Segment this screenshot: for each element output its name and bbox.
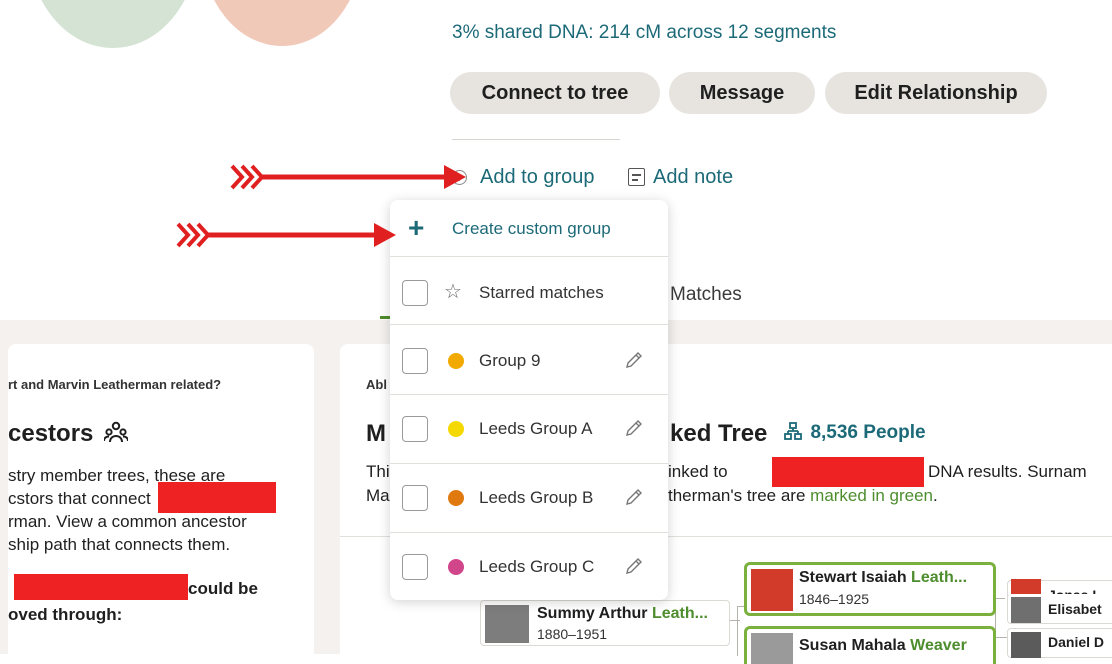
person-photo [751,633,793,664]
add-to-group-dropdown: + Create custom group ☆ Starred matches … [390,200,668,600]
person-name: Elisabet [1048,601,1102,617]
desc-line1-a: Thi [366,462,390,481]
note-icon [628,168,645,186]
card-label: Abl [366,377,387,392]
people-group-icon [103,421,130,443]
add-note-link[interactable]: Add note [628,162,733,192]
match-avatar-circle-left [28,0,198,48]
person-name: Daniel D [1048,634,1105,650]
could-be-text: could be [188,579,258,598]
coat-of-arms-image [751,569,793,611]
card-heading-left: M [366,420,386,447]
group-checkbox[interactable] [402,416,428,442]
person-photo [1011,597,1041,623]
people-count-link[interactable]: 8,536 People [784,422,926,444]
shared-dna-summary[interactable]: 3% shared DNA: 214 cM across 12 segments [452,22,836,44]
annotation-arrow-icon [176,222,396,248]
dropdown-divider [390,532,668,533]
edit-pencil-icon[interactable] [624,487,644,507]
redaction-box [772,457,924,487]
person-card-summy-arthur[interactable]: Summy Arthur Leath... 1880–1951 [480,600,730,646]
plus-icon: + [408,212,425,243]
card-heading: cestors [8,420,130,448]
dropdown-divider [390,324,668,325]
group-option-group-9[interactable]: Group 9 [390,326,668,394]
group-checkbox[interactable] [402,348,428,374]
redaction-box [158,482,276,513]
edit-relationship-button[interactable]: Edit Relationship [825,72,1047,114]
edit-pencil-icon[interactable] [624,556,644,576]
group-option-starred[interactable]: ☆ Starred matches [390,258,668,326]
person-photo [1011,632,1041,658]
person-name: Stewart Isaiah Leath... [799,569,968,586]
person-dates: 1846–1925 [799,591,870,607]
tree-connector [730,620,740,621]
person-card-susan-mahala[interactable]: Susan Mahala Weaver [744,626,996,664]
card-heading-right: ked Tree [670,420,768,447]
connect-to-tree-button[interactable]: Connect to tree [450,72,660,114]
create-custom-group-option[interactable]: + Create custom group [390,200,668,256]
body-line-2: cstors that connect [8,489,151,508]
tree-connector [995,598,1005,599]
group-checkbox[interactable] [402,554,428,580]
group-option-leeds-c[interactable]: Leeds Group C [390,534,668,600]
tab-matches[interactable]: Matches [670,284,742,306]
tree-connector [995,637,1007,638]
desc-line1-c: DNA results. Surnam [928,462,1087,481]
edit-pencil-icon[interactable] [624,350,644,370]
desc-line2-a: Ma [366,486,390,505]
active-tab-indicator [380,316,390,319]
star-icon: ☆ [444,281,462,303]
match-avatar-circle-right [202,0,362,46]
group-checkbox[interactable] [402,280,428,306]
group-color-dot [448,490,464,506]
tree-connector [737,606,738,656]
group-option-leeds-a[interactable]: Leeds Group A [390,396,668,464]
person-dates: 1880–1951 [537,626,608,642]
annotation-arrow-icon [230,164,466,190]
dropdown-divider [390,256,668,257]
group-color-dot [448,353,464,369]
person-photo [485,605,529,643]
dropdown-divider [390,394,668,395]
add-note-label: Add note [653,165,734,188]
edit-pencil-icon[interactable] [624,418,644,438]
group-option-leeds-b[interactable]: Leeds Group B [390,465,668,533]
person-name: Susan Mahala Weaver [799,637,967,654]
group-color-dot [448,559,464,575]
group-color-dot [448,421,464,437]
body-line-3: rman. View a common ancestor [8,512,247,531]
divider [452,139,620,140]
desc-line1-b: inked to [668,462,728,481]
person-card-elisabet[interactable]: Elisabet [1007,594,1112,624]
dropdown-divider [390,463,668,464]
common-ancestors-card: rt and Marvin Leatherman related? cestor… [8,344,314,664]
redaction-box [14,574,188,600]
body-line-4: ship path that connects them. [8,535,231,554]
desc-line2: therman's tree are marked in green. [668,486,938,505]
tree-icon [784,422,802,440]
add-to-group-label: Add to group [480,165,595,188]
relationship-question: rt and Marvin Leatherman related? [8,377,222,392]
group-checkbox[interactable] [402,485,428,511]
message-button[interactable]: Message [669,72,815,114]
proved-through-text: oved through: [8,605,123,624]
person-card-stewart-isaiah[interactable]: Stewart Isaiah Leath... 1846–1925 [744,562,996,616]
person-name: Summy Arthur Leath... [537,605,708,622]
